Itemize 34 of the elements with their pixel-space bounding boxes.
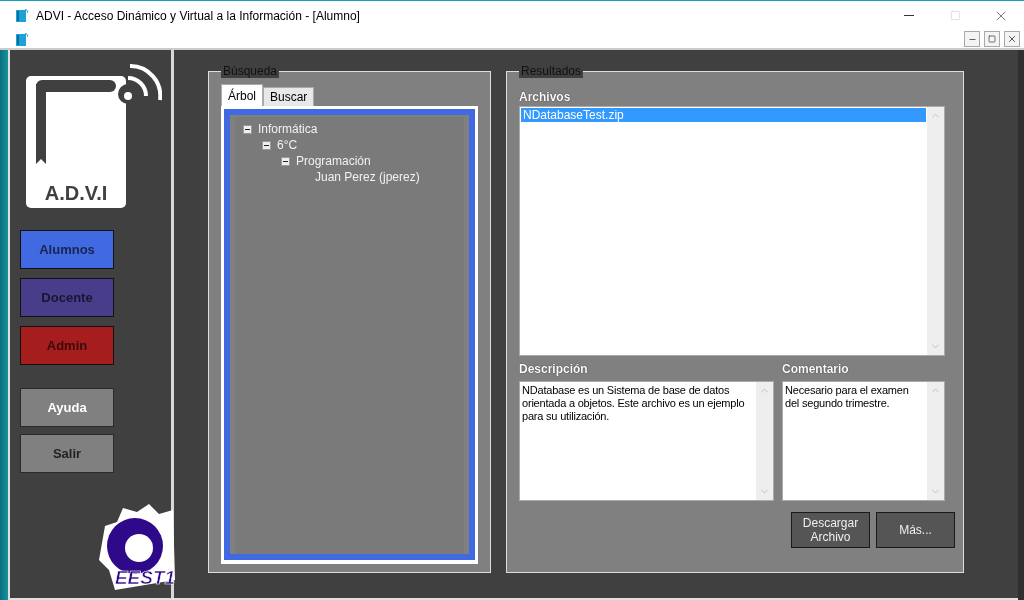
field-label: Descripción: [519, 362, 589, 376]
scrollbar[interactable]: [927, 107, 944, 355]
tab[interactable]: Árbol: [221, 84, 263, 106]
field-label: Comentario: [782, 362, 850, 376]
menu-button[interactable]: Salir: [20, 434, 114, 473]
close-icon: [1007, 34, 1017, 44]
restore-icon: [988, 35, 996, 43]
scrollbar[interactable]: [756, 382, 773, 500]
minimize-icon: [904, 15, 914, 16]
close-button[interactable]: [1004, 31, 1020, 47]
file-item[interactable]: NDatabaseTest.zip: [521, 108, 926, 122]
action-button[interactable]: Más...: [876, 512, 955, 548]
tree-item[interactable]: 6°C: [277, 138, 298, 152]
tree-item[interactable]: Programación: [296, 154, 371, 168]
tree-item[interactable]: Informática: [258, 122, 318, 136]
menu-button[interactable]: Ayuda: [20, 388, 114, 427]
window-title: ADVI - Acceso Dinámico y Virtual a la Información - [Alumno]: [36, 8, 361, 23]
advi-logo: A.D.V.I: [24, 64, 162, 210]
description-field[interactable]: NDatabase es un Sistema de base de datos orientada a objetos. Este archivo es un ejemplo para su utilización.: [519, 381, 774, 501]
app-icon: [16, 9, 28, 22]
field-label: Archivos: [519, 90, 571, 104]
minimize-button[interactable]: [964, 31, 980, 47]
tree-item[interactable]: Juan Perez (jperez): [315, 170, 420, 184]
maximize-icon: [949, 10, 961, 21]
comment-field[interactable]: Necesario para el examen del segundo trimestre.: [782, 381, 945, 501]
nav-button[interactable]: Alumnos: [20, 230, 114, 269]
collapse-toggle-icon[interactable]: [281, 156, 290, 166]
collapse-toggle-icon[interactable]: [262, 140, 271, 150]
app-icon: [16, 32, 28, 46]
tab[interactable]: Buscar: [263, 87, 315, 106]
collapse-toggle-icon[interactable]: [243, 124, 252, 134]
action-button[interactable]: Descargar Archivo: [791, 512, 870, 548]
nav-button[interactable]: Admin: [20, 326, 114, 365]
scrollbar[interactable]: [927, 382, 944, 500]
